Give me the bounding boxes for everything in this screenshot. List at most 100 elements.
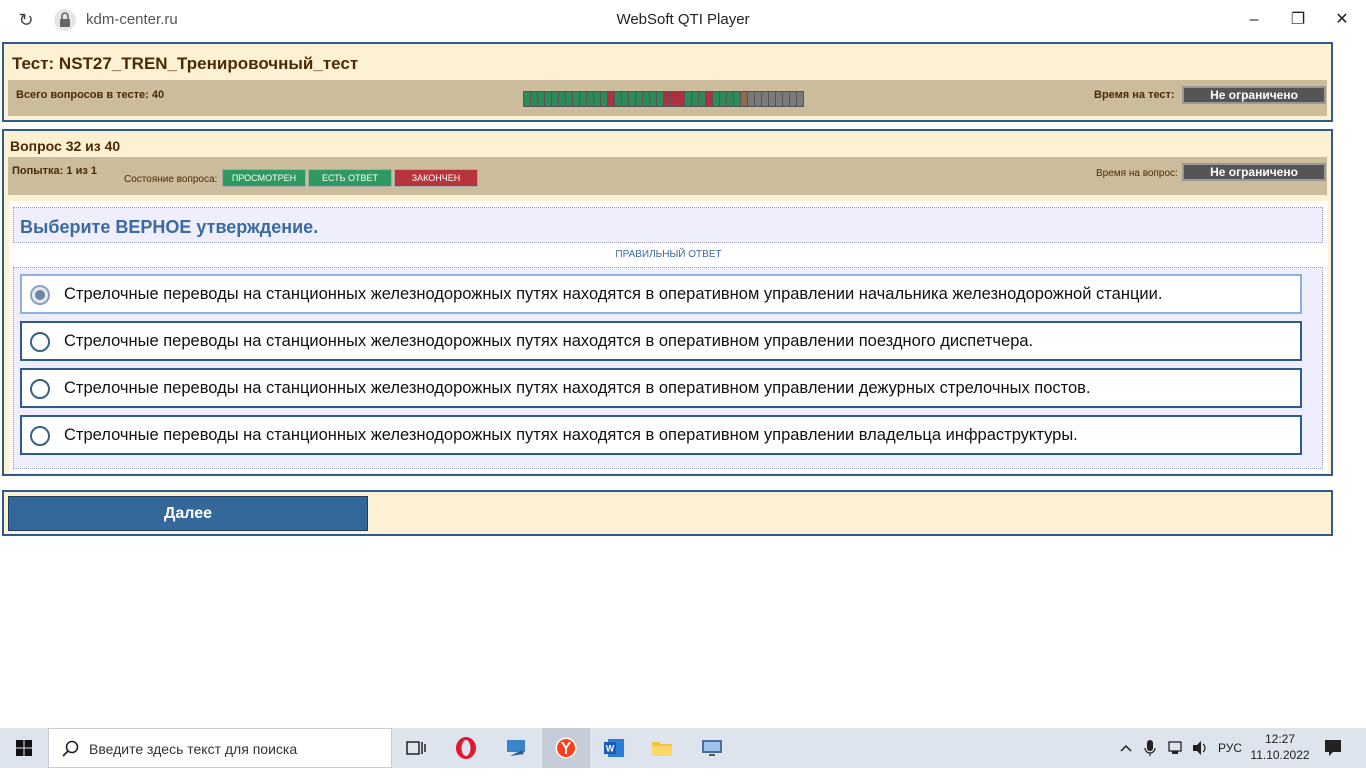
svg-text:W: W bbox=[606, 744, 615, 754]
answer-option-4[interactable]: Стрелочные переводы на станционных желез… bbox=[20, 415, 1302, 455]
word-icon[interactable]: W bbox=[590, 728, 638, 768]
progress-cell bbox=[552, 92, 558, 106]
progress-cell bbox=[629, 92, 635, 106]
state-badge-answered: ЕСТЬ ОТВЕТ bbox=[308, 169, 392, 187]
task-view-icon[interactable] bbox=[392, 728, 440, 768]
desktop-app-icon[interactable] bbox=[492, 728, 540, 768]
progress-cell bbox=[678, 92, 684, 106]
windows-start-icon[interactable] bbox=[0, 728, 48, 768]
answer-option-2[interactable]: Стрелочные переводы на станционных желез… bbox=[20, 321, 1302, 361]
state-badge-viewed: ПРОСМОТРЕН bbox=[222, 169, 306, 187]
question-time-label: Время на вопрос: bbox=[1096, 168, 1178, 179]
opera-icon[interactable] bbox=[442, 728, 490, 768]
search-icon bbox=[61, 739, 81, 759]
progress-cell bbox=[524, 92, 530, 106]
radio-selected-icon[interactable] bbox=[30, 285, 50, 305]
total-questions-label: Всего вопросов в тесте: 40 bbox=[16, 89, 165, 101]
progress-cell bbox=[727, 92, 733, 106]
progress-cell bbox=[622, 92, 628, 106]
navigation-panel: Далее bbox=[2, 490, 1333, 536]
progress-cell bbox=[601, 92, 607, 106]
progress-cell bbox=[538, 92, 544, 106]
question-text: Выберите ВЕРНОЕ утверждение. bbox=[20, 217, 319, 237]
answer-text: Стрелочные переводы на станционных желез… bbox=[64, 379, 1091, 397]
next-button[interactable]: Далее bbox=[8, 496, 368, 531]
question-time-value: Не ограничено bbox=[1182, 163, 1326, 181]
progress-cell bbox=[734, 92, 740, 106]
clock-time: 12:27 bbox=[1264, 732, 1296, 746]
progress-cell bbox=[720, 92, 726, 106]
state-badge-finished: ЗАКОНЧЕН bbox=[394, 169, 478, 187]
clock-date: 11.10.2022 bbox=[1250, 748, 1310, 762]
radio-icon[interactable] bbox=[30, 426, 50, 446]
taskbar-search[interactable]: Введите здесь текст для поиска bbox=[48, 728, 392, 768]
answer-option-3[interactable]: Стрелочные переводы на станционных желез… bbox=[20, 368, 1302, 408]
progress-cell bbox=[762, 92, 768, 106]
taskbar: Введите здесь текст для поиска W РУС 12:… bbox=[0, 728, 1366, 768]
volume-icon[interactable] bbox=[1190, 728, 1210, 768]
notifications-icon[interactable] bbox=[1322, 728, 1344, 768]
progress-cell bbox=[741, 92, 747, 106]
progress-cell bbox=[664, 92, 670, 106]
progress-cell bbox=[671, 92, 677, 106]
progress-cell bbox=[713, 92, 719, 106]
answer-text: Стрелочные переводы на станционных желез… bbox=[64, 332, 1034, 350]
progress-cell bbox=[573, 92, 579, 106]
progress-cell bbox=[650, 92, 656, 106]
network-icon[interactable] bbox=[1166, 728, 1186, 768]
answer-text: Стрелочные переводы на станционных желез… bbox=[64, 426, 1078, 444]
test-time-value: Не ограничено bbox=[1182, 86, 1326, 104]
file-explorer-icon[interactable] bbox=[638, 728, 686, 768]
progress-cell bbox=[699, 92, 705, 106]
window-title: WebSoft QTI Player bbox=[616, 11, 750, 28]
progress-cell bbox=[545, 92, 551, 106]
system-clock[interactable]: 12:27 11.10.2022 bbox=[1248, 731, 1312, 763]
answer-option-1[interactable]: Стрелочные переводы на станционных желез… bbox=[20, 274, 1302, 314]
progress-cell bbox=[608, 92, 614, 106]
radio-icon[interactable] bbox=[30, 332, 50, 352]
restore-icon[interactable]: ❐ bbox=[1286, 8, 1310, 32]
progress-cell bbox=[692, 92, 698, 106]
progress-cell bbox=[580, 92, 586, 106]
question-state-label: Состояние вопроса: bbox=[124, 174, 218, 185]
progress-cell bbox=[636, 92, 642, 106]
progress-cell bbox=[559, 92, 565, 106]
test-title: Тест: NST27_TREN_Тренировочный_тест bbox=[12, 54, 359, 73]
progress-cell bbox=[643, 92, 649, 106]
question-content: Выберите ВЕРНОЕ утверждение. ПРАВИЛЬНЫЙ … bbox=[9, 201, 1328, 473]
progress-cell bbox=[797, 92, 803, 106]
language-indicator[interactable]: РУС bbox=[1218, 741, 1242, 781]
progress-cell bbox=[769, 92, 775, 106]
yandex-browser-icon[interactable] bbox=[542, 728, 590, 768]
answer-text: Стрелочные переводы на станционных желез… bbox=[64, 285, 1163, 303]
attempt-label: Попытка: 1 из 1 bbox=[12, 165, 97, 177]
progress-cell bbox=[566, 92, 572, 106]
remote-desktop-icon[interactable] bbox=[688, 728, 736, 768]
test-info-strip: Всего вопросов в тесте: 40 Время на тест… bbox=[8, 80, 1327, 116]
close-icon[interactable]: ✕ bbox=[1330, 8, 1354, 32]
question-panel: Вопрос 32 из 40 Попытка: 1 из 1 Состояни… bbox=[2, 129, 1333, 476]
minimize-icon[interactable]: – bbox=[1242, 8, 1266, 32]
radio-icon[interactable] bbox=[30, 379, 50, 399]
progress-cell bbox=[706, 92, 712, 106]
show-hidden-icons-icon[interactable] bbox=[1118, 728, 1134, 768]
answer-list: Стрелочные переводы на станционных желез… bbox=[13, 267, 1323, 469]
progress-cell bbox=[685, 92, 691, 106]
progress-cell bbox=[587, 92, 593, 106]
question-number: Вопрос 32 из 40 bbox=[10, 138, 121, 154]
question-progress-bar bbox=[523, 91, 804, 107]
progress-cell bbox=[615, 92, 621, 106]
progress-cell bbox=[755, 92, 761, 106]
question-info-strip: Попытка: 1 из 1 Состояние вопроса: ПРОСМ… bbox=[8, 157, 1327, 195]
progress-cell bbox=[748, 92, 754, 106]
progress-cell bbox=[531, 92, 537, 106]
question-heading-box: Выберите ВЕРНОЕ утверждение. bbox=[13, 207, 1323, 243]
browser-titlebar: ↻ kdm-center.ru WebSoft QTI Player – ❐ ✕ bbox=[0, 0, 1366, 40]
test-time-label: Время на тест: bbox=[1094, 89, 1175, 101]
microphone-icon[interactable] bbox=[1142, 728, 1158, 768]
correct-answer-label: ПРАВИЛЬНЫЙ ОТВЕТ bbox=[615, 249, 722, 260]
search-placeholder: Введите здесь текст для поиска bbox=[89, 741, 298, 757]
progress-cell bbox=[776, 92, 782, 106]
progress-cell bbox=[657, 92, 663, 106]
test-header-panel: Тест: NST27_TREN_Тренировочный_тест Всег… bbox=[2, 42, 1333, 122]
